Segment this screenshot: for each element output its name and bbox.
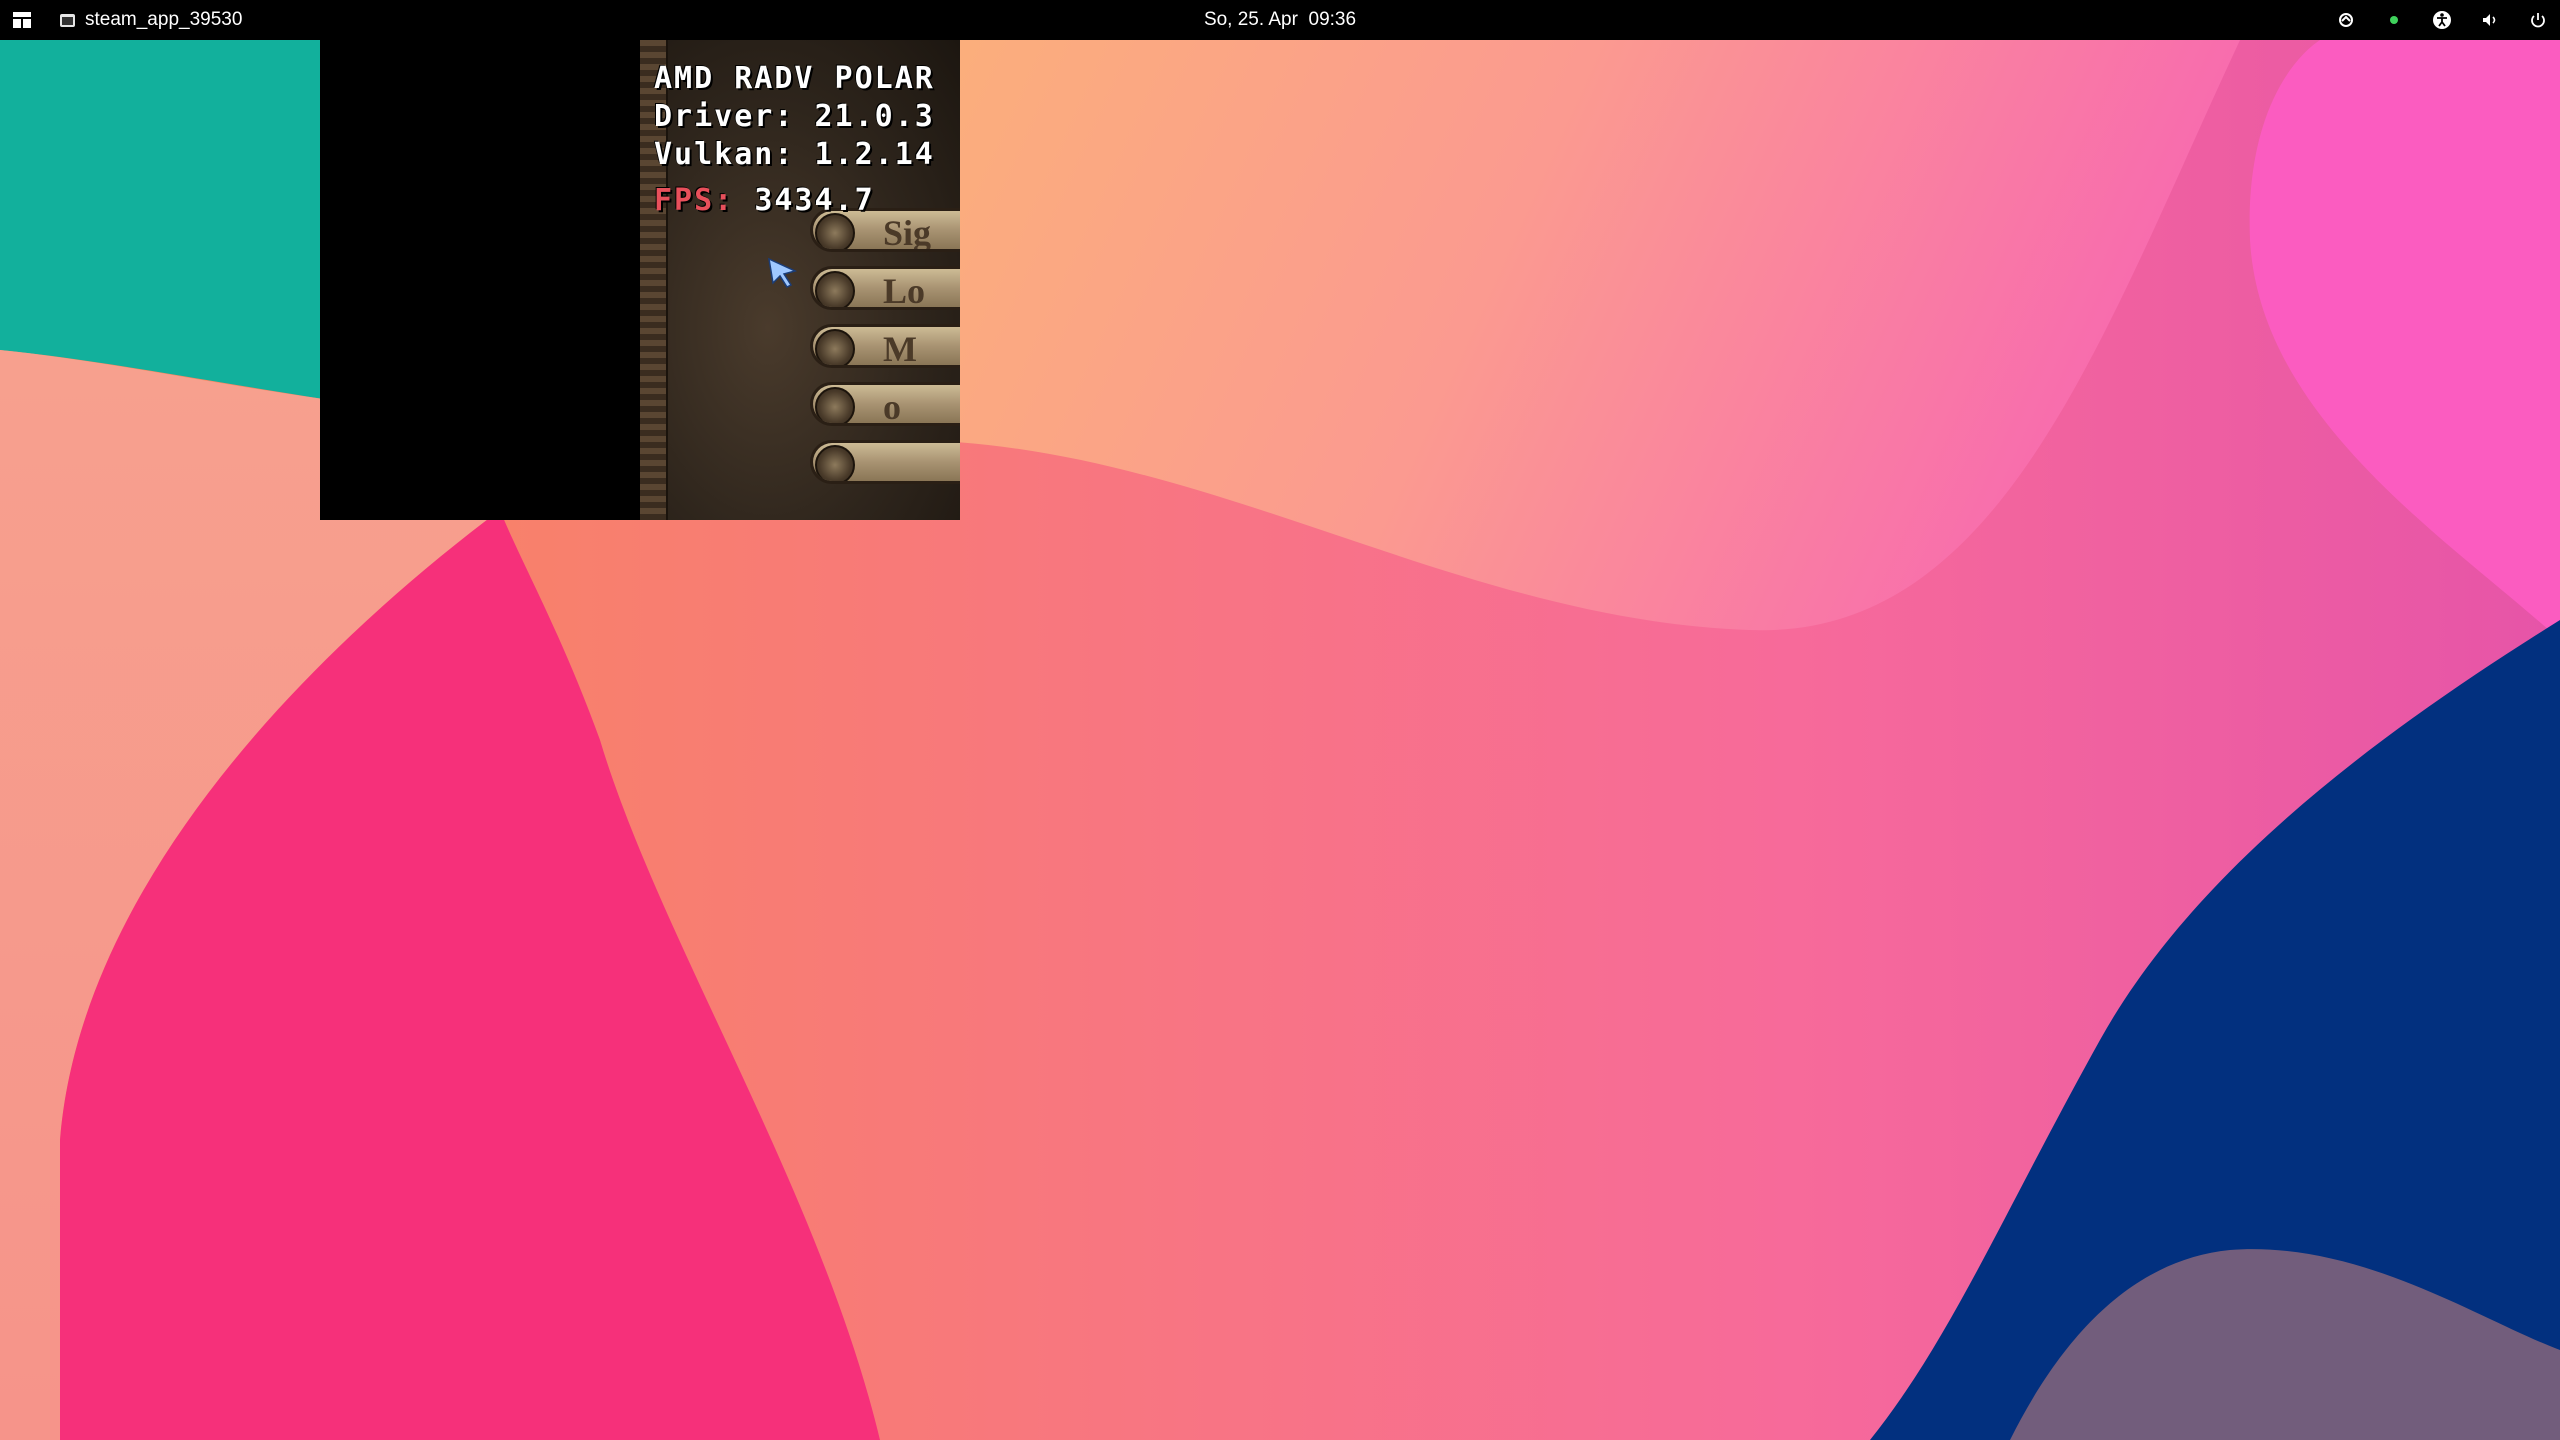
medallion-icon — [815, 445, 855, 481]
power-icon[interactable] — [2528, 10, 2548, 30]
clock-label[interactable]: So, 25. Apr 09:36 — [1204, 9, 1356, 31]
app-menu[interactable]: steam_app_39530 — [60, 0, 242, 40]
window-icon — [60, 13, 75, 27]
notification-dot-icon[interactable] — [2384, 10, 2404, 30]
menu-button-5[interactable] — [810, 440, 960, 484]
fps-label: FPS: — [654, 183, 735, 218]
clock-area: So, 25. Apr 09:36 — [0, 0, 2560, 40]
fps-value: 3434.7 — [754, 183, 875, 218]
vulkan-version: Vulkan: 1.2.14 — [654, 137, 935, 172]
volume-icon[interactable] — [2480, 10, 2500, 30]
top-panel: steam_app_39530 So, 25. Apr 09:36 — [0, 0, 2560, 40]
activities-button[interactable] — [12, 0, 34, 40]
game-window[interactable]: Sig Lo M o AMD RADV POLAR Driver: 21.0.3… — [320, 40, 960, 520]
system-tray — [2336, 0, 2548, 40]
menu-button-label: o — [883, 387, 901, 426]
menu-button-2[interactable]: Lo — [810, 266, 960, 310]
driver-version: Driver: 21.0.3 — [654, 99, 935, 134]
menu-button-label: Lo — [883, 271, 926, 310]
performance-overlay: AMD RADV POLAR Driver: 21.0.3 Vulkan: 1.… — [654, 60, 935, 220]
medallion-icon — [815, 387, 855, 423]
mouse-cursor-icon — [768, 257, 798, 288]
medallion-icon — [815, 329, 855, 365]
menu-button-label: M — [883, 329, 917, 368]
screencast-icon[interactable] — [2336, 10, 2356, 30]
accessibility-icon[interactable] — [2432, 10, 2452, 30]
app-menu-label: steam_app_39530 — [85, 9, 243, 30]
gpu-name: AMD RADV POLAR — [654, 61, 935, 96]
fps-readout: FPS: 3434.7 — [654, 182, 935, 220]
activities-grid-icon — [13, 12, 31, 28]
medallion-icon — [815, 271, 855, 307]
menu-button-3[interactable]: M — [810, 324, 960, 368]
menu-button-4[interactable]: o — [810, 382, 960, 426]
